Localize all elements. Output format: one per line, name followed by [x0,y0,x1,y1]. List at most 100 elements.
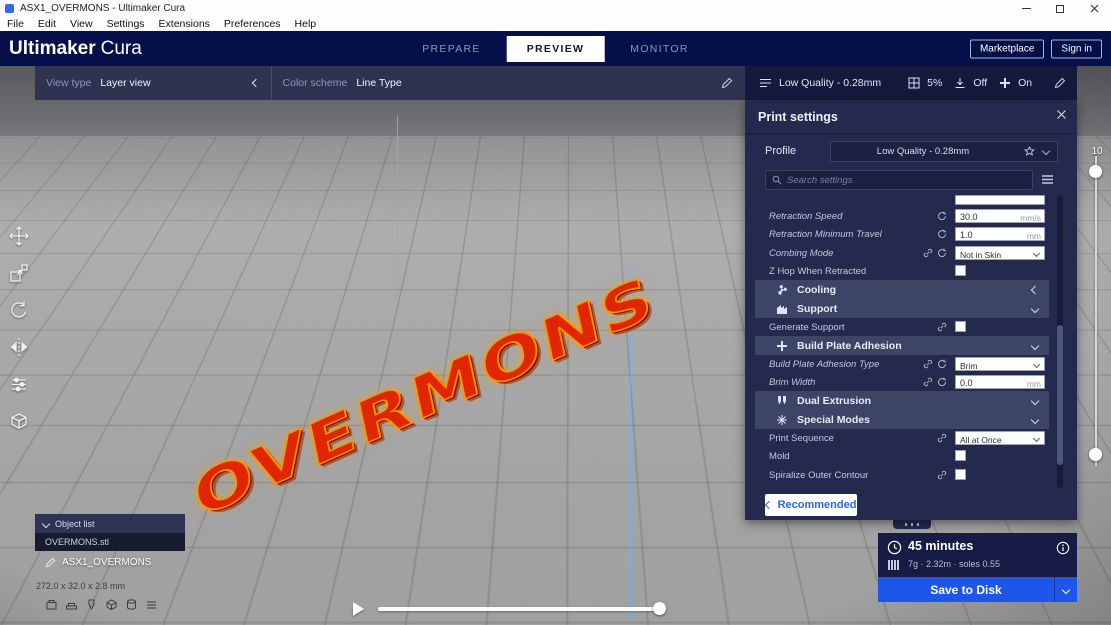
setting-label: Mold [769,451,790,462]
save-to-disk-button[interactable]: Save to Disk [878,577,1077,602]
mirror-tool-button[interactable] [5,333,33,361]
buildplate-icon[interactable] [65,598,78,611]
nozzle-icon[interactable] [85,598,98,611]
marketplace-button[interactable]: Marketplace [970,39,1044,58]
support-blocker-button[interactable] [5,407,33,435]
tab-preview[interactable]: PREVIEW [507,36,605,62]
category-support[interactable]: Support [755,299,1049,318]
print-sequence-dropdown[interactable]: All at Once [955,431,1045,445]
profile-layers-icon [759,77,772,89]
play-simulation-button[interactable] [353,602,364,616]
retraction-minimum-travel-field[interactable]: 1.0 mm [955,227,1045,241]
move-tool-button[interactable] [5,222,33,250]
view-type-label: View type [46,77,91,89]
link-icon [937,433,947,443]
z-hop-checkbox[interactable] [955,265,966,276]
category-special-modes[interactable]: Special Modes [755,410,1049,429]
print-setup-summary[interactable]: Low Quality - 0.28mm 5% Off On [745,66,1077,100]
retraction-speed-field[interactable]: 30.0 mm/s [955,209,1045,223]
menu-help[interactable]: Help [288,18,324,30]
reset-icon[interactable] [937,377,947,387]
menu-preferences[interactable]: Preferences [217,18,288,30]
layers-small-icon[interactable] [145,598,158,611]
menu-extensions[interactable]: Extensions [152,18,217,30]
object-list-title: Object list [55,519,95,529]
maximize-icon [1056,5,1064,13]
menu-edit[interactable]: Edit [31,18,63,30]
close-panel-button[interactable] [1056,109,1067,120]
object-list-header[interactable]: Object list [35,514,185,533]
support-blocker-icon [8,410,30,432]
generate-support-checkbox[interactable] [955,321,966,332]
per-model-settings-button[interactable] [5,370,33,398]
settings-filter-icon[interactable] [1041,174,1054,185]
reset-icon[interactable] [937,359,947,369]
close-icon [1090,4,1099,13]
spiralize-checkbox[interactable] [955,469,966,480]
setting-label: Generate Support [769,322,845,333]
reset-icon[interactable] [937,229,947,239]
print-settings-title: Print settings [758,110,838,124]
chevron-down-icon [42,519,50,527]
scale-tool-button[interactable] [5,259,33,287]
chevron-down-icon [1033,249,1040,256]
search-input[interactable] [787,175,1032,186]
adhesion-type-dropdown[interactable]: Brim [955,357,1045,371]
edit-view-settings-button[interactable] [721,77,733,89]
rotate-tool-button[interactable] [5,296,33,324]
star-icon[interactable] [1024,146,1035,157]
layer-slider-bottom-handle[interactable] [1089,448,1102,461]
setting-row-z-hop-when-retracted: Z Hop When Retracted [755,262,1049,280]
menu-view[interactable]: View [63,18,100,30]
panel-drag-handle[interactable] [893,520,931,529]
category-dual-extrusion[interactable]: Dual Extrusion [755,391,1049,410]
object-list-item[interactable]: OVERMONS.stl [35,533,185,551]
simulation-slider-handle[interactable] [653,602,666,615]
maximize-button[interactable] [1043,0,1077,17]
travel-line [397,115,398,287]
combing-mode-dropdown[interactable]: Not in Skin [955,246,1045,260]
settings-search[interactable] [765,170,1033,190]
mold-checkbox[interactable] [955,450,966,461]
category-cooling[interactable]: Cooling [755,280,1049,299]
close-window-button[interactable] [1077,0,1111,17]
profile-dropdown[interactable]: Low Quality - 0.28mm [830,141,1058,162]
cura-window: ASX1_OVERMONS - Ultimaker Cura File Edit… [0,0,1111,625]
collapse-view-panel-icon[interactable] [251,79,259,87]
view-type-value[interactable]: Layer view [100,77,150,89]
mesh-cylinder-icon[interactable] [125,598,138,611]
save-options-dropdown[interactable] [1054,577,1077,602]
category-build-plate-adhesion[interactable]: Build Plate Adhesion [755,336,1049,355]
reset-icon[interactable] [937,248,947,258]
setting-label: Build Plate Adhesion Type [769,359,879,370]
tab-prepare[interactable]: PREPARE [422,43,481,55]
brim-width-field[interactable]: 0.0 mm [955,375,1045,389]
project-name-row[interactable]: ASX1_OVERMONS [45,557,151,568]
signin-button[interactable]: Sign in [1051,39,1102,58]
layer-slider-track[interactable] [1095,156,1097,466]
printer-icon[interactable] [45,598,58,611]
reset-icon[interactable] [937,211,947,221]
color-scheme-label: Color scheme [283,77,348,89]
color-scheme-value[interactable]: Line Type [356,77,401,89]
per-model-settings-icon [8,373,30,395]
adhesion-icon [999,77,1011,89]
scrollbar-thumb[interactable] [1057,325,1063,465]
menu-settings[interactable]: Settings [100,18,152,30]
menu-file[interactable]: File [0,18,31,30]
edit-print-settings-button[interactable] [1054,77,1066,89]
cura-app-icon [5,4,14,13]
layer-slider-top-handle[interactable] [1089,165,1102,178]
simulation-slider-track[interactable] [378,607,660,611]
tab-monitor[interactable]: MONITOR [630,43,689,55]
titlebar: ASX1_OVERMONS - Ultimaker Cura [0,0,1111,17]
pencil-icon [1054,77,1066,89]
minimize-button[interactable] [1009,0,1043,17]
info-icon[interactable] [1056,541,1070,555]
clipped-setting-field[interactable] [955,195,1045,205]
recommended-mode-button[interactable]: Recommended [765,494,857,516]
mesh-cube-icon[interactable] [105,598,118,611]
minimize-icon [1022,8,1031,9]
object-info-icons [45,598,158,611]
move-icon [8,225,30,247]
